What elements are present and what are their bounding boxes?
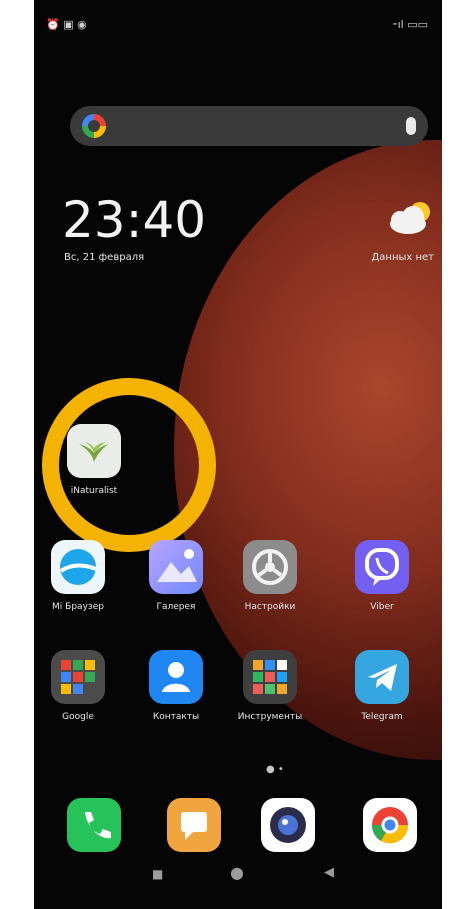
app-mi-browser[interactable]: Mi Браузер — [34, 540, 126, 612]
mic-icon[interactable] — [406, 117, 416, 135]
app-settings[interactable]: Настройки — [222, 540, 318, 612]
app-google-folder[interactable]: Google — [34, 650, 126, 722]
app-label: Настройки — [244, 602, 296, 612]
clock-date: Вс, 21 февраля — [64, 252, 145, 263]
weather-status: Данных нет — [371, 252, 434, 263]
phone-screen: ⏰ ▣ ◉ ⁃ıl ▭▭ 23:40 Вс, 21 февраля Данных… — [34, 0, 442, 909]
navigation-bar: ■ ● ◀ — [34, 835, 442, 909]
app-label: Mi Браузер — [52, 602, 104, 612]
viber-icon — [355, 540, 409, 594]
gallery-icon — [149, 540, 203, 594]
google-g-icon[interactable] — [82, 114, 106, 138]
app-label: Инструменты — [237, 712, 303, 722]
app-label: Google — [62, 712, 94, 722]
app-label: Контакты — [152, 712, 200, 722]
tools-folder-icon — [243, 650, 297, 704]
app-contacts[interactable]: Контакты — [128, 650, 224, 722]
app-tools[interactable]: Инструменты — [222, 650, 318, 722]
clock-time[interactable]: 23:40 — [62, 195, 206, 245]
back-button[interactable]: ◀ — [324, 865, 334, 880]
app-label: Viber — [370, 602, 394, 612]
app-label: Telegram — [361, 712, 403, 722]
google-folder-icon — [51, 650, 105, 704]
app-label: Галерея — [156, 602, 196, 612]
contacts-icon — [149, 650, 203, 704]
weather-cloud-icon[interactable] — [384, 200, 434, 236]
settings-icon — [243, 540, 297, 594]
google-search-bar[interactable] — [70, 106, 428, 146]
app-viber[interactable]: Viber — [334, 540, 430, 612]
app-telegram[interactable]: Telegram — [334, 650, 430, 722]
highlight-ring — [42, 378, 216, 552]
status-right: ⁃ıl ▭▭ — [392, 18, 428, 31]
app-gallery[interactable]: Галерея — [128, 540, 224, 612]
recent-apps-button[interactable]: ■ — [152, 867, 163, 881]
mi-browser-icon — [51, 540, 105, 594]
home-button[interactable]: ● — [230, 863, 244, 882]
telegram-icon — [355, 650, 409, 704]
page-indicator: ● • — [266, 764, 284, 775]
status-left: ⏰ ▣ ◉ — [46, 18, 87, 31]
